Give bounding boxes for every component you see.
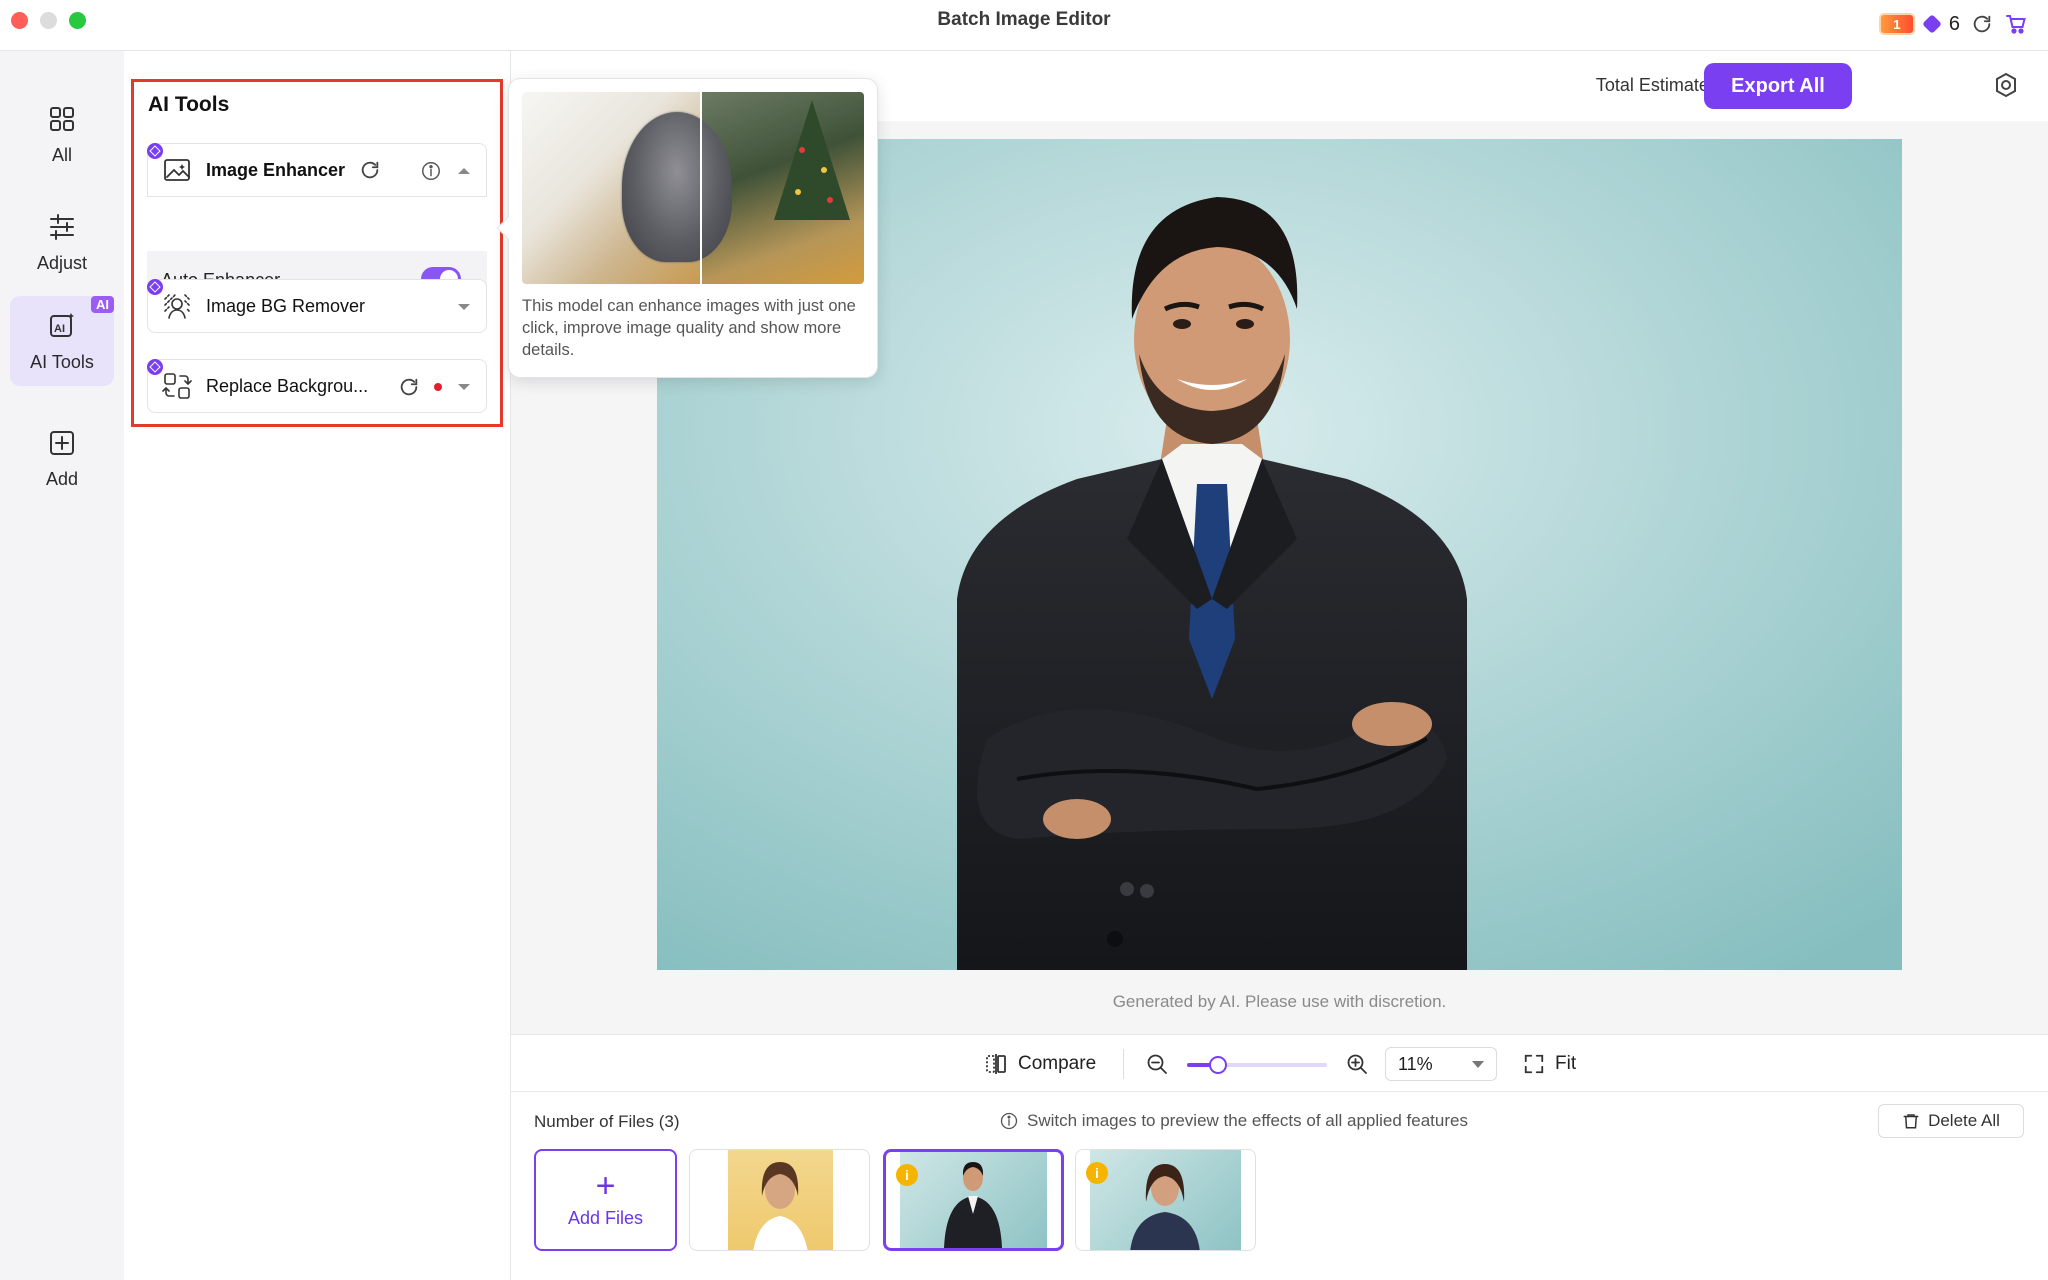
premium-diamond-icon xyxy=(147,279,163,295)
fit-icon xyxy=(1524,1054,1544,1074)
woman-portrait-thumbnail xyxy=(753,1162,808,1250)
reset-icon[interactable] xyxy=(359,159,381,181)
bg-remover-icon xyxy=(162,291,192,321)
zoom-slider-handle[interactable] xyxy=(1209,1056,1227,1074)
info-icon[interactable] xyxy=(420,160,442,182)
credit-count: 6 xyxy=(1948,12,1960,35)
view-controls: Compare 11% Fit xyxy=(511,1034,2048,1092)
zoom-in-icon xyxy=(1347,1054,1367,1074)
zoom-out-button[interactable] xyxy=(1145,1035,1169,1093)
ai-tools-icon: AI xyxy=(50,312,74,337)
title-bar: Batch Image Editor 1 6 xyxy=(0,0,2048,51)
rail-label-ai-tools: AI Tools xyxy=(30,351,94,372)
zoom-in-button[interactable] xyxy=(1345,1035,1369,1093)
chevron-down-icon xyxy=(1472,1061,1484,1068)
tooltip-description: This model can enhance images with just … xyxy=(522,297,856,359)
add-files-label: Add Files xyxy=(567,1207,644,1228)
tool-image-bg-remover[interactable]: Image BG Remover xyxy=(147,279,487,333)
warning-icon: i xyxy=(896,1164,918,1186)
promo-badge[interactable]: 1 xyxy=(1878,13,1915,35)
files-count: Number of Files (3) xyxy=(534,1112,680,1131)
compare-icon xyxy=(986,1054,1006,1074)
warning-icon: i xyxy=(1086,1162,1108,1184)
export-all-button[interactable]: Export All xyxy=(1704,63,1852,109)
christmas-tree xyxy=(774,100,850,220)
premium-diamond-icon xyxy=(147,359,163,375)
add-square-icon xyxy=(50,430,74,455)
man-portrait-thumbnail xyxy=(944,1162,1002,1248)
image-enhancer-icon xyxy=(162,155,192,185)
ai-tools-panel: AI Tools Image Enhancer Auto Enhancer Im… xyxy=(124,51,511,1280)
rail-item-ai-tools[interactable]: AI AI AI Tools xyxy=(10,296,114,386)
add-files-button[interactable]: + Add Files xyxy=(534,1149,677,1251)
left-rail: All Adjust AI AI AI Tools Add xyxy=(0,51,124,1280)
file-thumbnail-selected[interactable]: i xyxy=(883,1149,1064,1251)
fit-label: Fit xyxy=(1555,1053,1577,1074)
trash-icon xyxy=(1903,1114,1919,1129)
compare-divider xyxy=(700,92,702,284)
ai-badge: AI xyxy=(91,296,114,313)
tool-replace-background[interactable]: Replace Backgrou... xyxy=(147,359,487,413)
compare-label: Compare xyxy=(1018,1053,1097,1074)
zoom-level-select[interactable]: 11% xyxy=(1385,1047,1497,1081)
after-preview xyxy=(622,92,864,284)
files-hint: Switch images to preview the effects of … xyxy=(999,1111,1468,1131)
grid-icon xyxy=(50,106,74,131)
sliders-icon xyxy=(50,213,74,240)
files-hint-text: Switch images to preview the effects of … xyxy=(1027,1111,1468,1130)
window-title: Batch Image Editor xyxy=(937,9,1111,30)
rail-label-all: All xyxy=(51,144,72,165)
premium-diamond-icon xyxy=(147,143,163,159)
expand-caret-icon[interactable] xyxy=(456,381,472,393)
tool-label: Image BG Remover xyxy=(206,295,366,316)
reset-icon[interactable] xyxy=(398,376,420,398)
tool-label: Replace Backgrou... xyxy=(206,375,369,396)
file-thumbnail[interactable] xyxy=(689,1149,870,1251)
expand-caret-icon[interactable] xyxy=(456,301,472,313)
ai-disclaimer: Generated by AI. Please use with discret… xyxy=(1112,992,1447,1011)
file-thumbnail[interactable]: i xyxy=(1075,1149,1256,1251)
svg-text:AI: AI xyxy=(54,323,65,335)
unsaved-indicator-dot xyxy=(434,383,442,391)
refresh-icon[interactable] xyxy=(1970,12,1994,36)
rail-label-adjust: Adjust xyxy=(36,252,88,273)
before-after-preview xyxy=(522,92,864,284)
zoom-slider[interactable] xyxy=(1187,1056,1327,1074)
info-icon xyxy=(1000,1112,1018,1130)
woman-suit-portrait-thumbnail xyxy=(1130,1164,1200,1250)
delete-all-button[interactable]: Delete All xyxy=(1878,1104,2024,1138)
image-enhancer-tooltip: This model can enhance images with just … xyxy=(496,78,878,378)
replace-background-icon xyxy=(162,371,192,401)
rail-item-adjust[interactable]: Adjust xyxy=(10,197,114,287)
rail-item-add[interactable]: Add xyxy=(10,413,114,503)
settings-icon[interactable] xyxy=(1992,71,2020,99)
zoom-out-icon xyxy=(1147,1054,1167,1074)
credits-diamond-icon xyxy=(1921,14,1942,34)
compare-button[interactable]: Compare xyxy=(984,1035,1096,1093)
file-strip: Number of Files (3) Switch images to pre… xyxy=(511,1092,2048,1280)
thumbnail-image xyxy=(728,1150,833,1250)
cart-icon[interactable] xyxy=(2004,12,2028,36)
cat-after xyxy=(622,112,732,262)
thumbnail-image xyxy=(1090,1150,1241,1250)
delete-all-label: Delete All xyxy=(1928,1111,2000,1130)
panel-title: AI Tools xyxy=(148,93,230,116)
rail-label-add: Add xyxy=(45,468,79,489)
rail-item-all[interactable]: All xyxy=(10,89,114,179)
zoom-value: 11% xyxy=(1398,1053,1433,1074)
collapse-caret-icon[interactable] xyxy=(456,165,472,177)
fit-button[interactable]: Fit xyxy=(1523,1035,1576,1093)
tool-label: Image Enhancer xyxy=(206,159,346,180)
tool-image-enhancer[interactable]: Image Enhancer xyxy=(147,143,487,197)
controls-divider xyxy=(1123,1049,1124,1079)
plus-icon: + xyxy=(595,1166,616,1205)
thumbnail-image xyxy=(900,1152,1047,1248)
